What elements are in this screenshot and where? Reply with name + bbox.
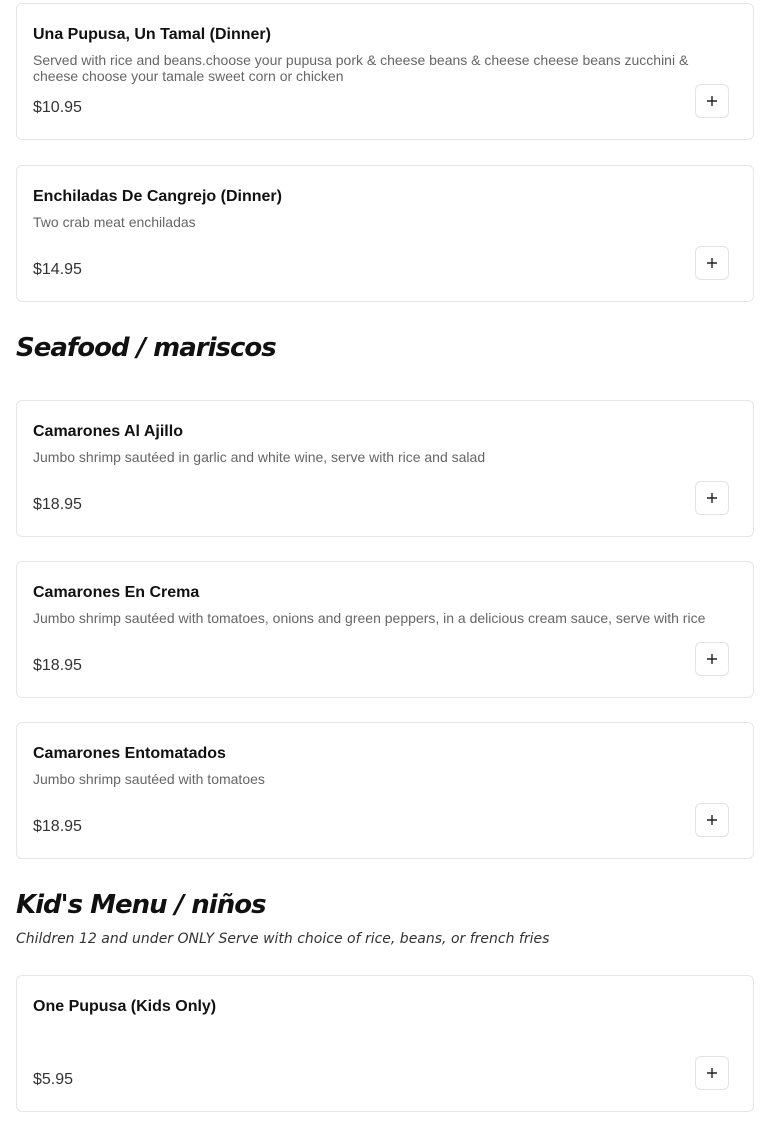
item-price: $14.95 <box>33 261 82 278</box>
add-item-button[interactable] <box>695 84 729 118</box>
item-price: $18.95 <box>33 496 82 513</box>
menu-item-card[interactable]: Enchiladas De Cangrejo (Dinner) Two crab… <box>16 165 754 302</box>
section-note: Children 12 and under ONLY Serve with ch… <box>16 931 550 947</box>
item-name: Camarones Entomatados <box>33 745 226 762</box>
item-description: Jumbo shrimp sautéed with tomatoes <box>33 771 265 787</box>
add-item-button[interactable] <box>695 1056 729 1090</box>
item-name: Camarones En Crema <box>33 584 200 601</box>
section-title: Kid's Menu / niños <box>16 890 267 920</box>
add-item-button[interactable] <box>695 642 729 676</box>
item-price: $10.95 <box>33 99 82 116</box>
item-description: Jumbo shrimp sautéed in garlic and white… <box>33 449 486 465</box>
section-title: Seafood / mariscos <box>16 333 277 363</box>
add-item-button[interactable] <box>695 803 729 837</box>
plus-icon <box>707 1068 717 1078</box>
item-name: Enchiladas De Cangrejo (Dinner) <box>33 188 282 205</box>
item-price: $5.95 <box>33 1071 74 1088</box>
add-item-button[interactable] <box>695 481 729 515</box>
plus-icon <box>707 654 717 664</box>
menu-item-card[interactable]: Una Pupusa, Un Tamal (Dinner) Served wit… <box>16 3 754 140</box>
item-name: Una Pupusa, Un Tamal (Dinner) <box>33 26 271 43</box>
menu-item-card[interactable]: Camarones Al Ajillo Jumbo shrimp sautéed… <box>16 400 754 537</box>
item-price: $18.95 <box>33 818 82 835</box>
menu-item-card[interactable]: Camarones Entomatados Jumbo shrimp sauté… <box>16 722 754 859</box>
add-item-button[interactable] <box>695 246 729 280</box>
menu-item-card[interactable]: One Pupusa (Kids Only) $5.95 <box>16 975 754 1112</box>
item-description: Two crab meat enchiladas <box>33 214 196 230</box>
item-name: One Pupusa (Kids Only) <box>33 998 217 1015</box>
menu-item-card[interactable]: Camarones En Crema Jumbo shrimp sautéed … <box>16 561 754 698</box>
item-description: Jumbo shrimp sautéed with tomatoes, onio… <box>33 610 706 626</box>
plus-icon <box>707 815 717 825</box>
plus-icon <box>707 258 717 268</box>
plus-icon <box>707 96 717 106</box>
plus-icon <box>707 493 717 503</box>
item-price: $18.95 <box>33 657 82 674</box>
item-description: Served with rice and beans.choose your p… <box>33 52 689 84</box>
item-name: Camarones Al Ajillo <box>33 423 183 440</box>
